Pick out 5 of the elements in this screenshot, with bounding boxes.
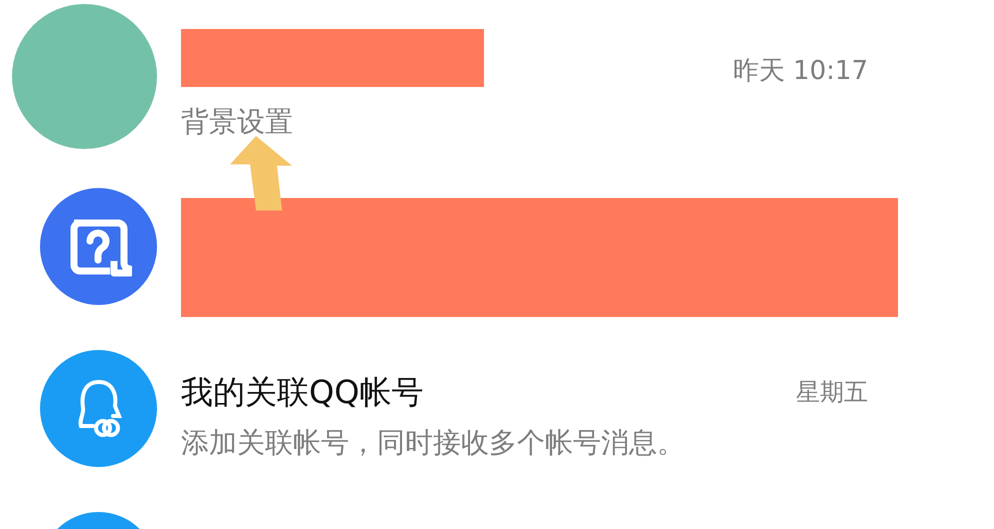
chat-title: 我的关联QQ帐号 (181, 372, 424, 413)
chat-time: 昨天 10:17 (732, 55, 868, 88)
chat-time: 星期五 (796, 377, 868, 408)
chat-preview: 添加关联帐号，同时接收多个帐号消息。 (181, 425, 685, 461)
chat-preview: 背景设置 (181, 104, 293, 140)
